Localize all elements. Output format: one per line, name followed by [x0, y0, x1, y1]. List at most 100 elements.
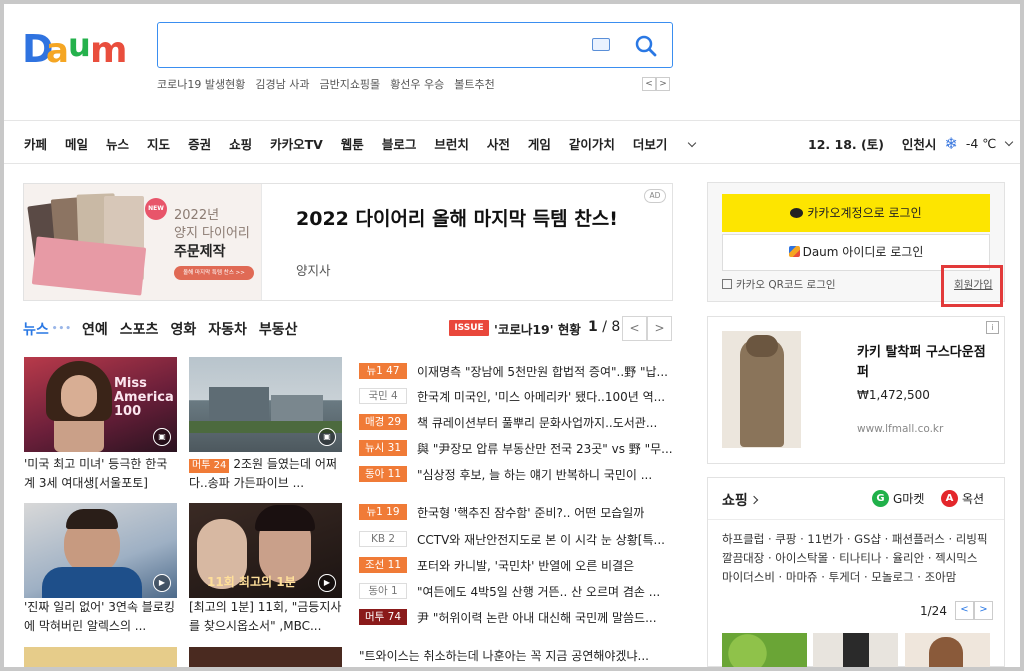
nav-item-kakaotv[interactable]: 카카오TV — [270, 134, 323, 153]
news-thumbnail-caption[interactable]: '진짜 일리 없어' 3연속 블로킹에 막혀버린 알렉스의 ... — [24, 598, 177, 636]
news-item[interactable]: 머투 74 尹 "허위이력 논란 아내 대신해 국민께 말씀드... — [359, 608, 674, 626]
info-icon[interactable]: i — [986, 321, 999, 334]
news-item[interactable]: 뉴1 19 한국형 '핵추진 잠수함' 준비?.. 어떤 모습일까 — [359, 503, 674, 521]
trend-prev-button[interactable]: < — [642, 77, 656, 91]
news-headline[interactable]: "심상정 후보, 늘 하는 얘기 반복하니 국민이 ... — [417, 466, 652, 483]
ad-title[interactable]: 2022 다이어리 올해 마지막 득템 찬스! — [296, 206, 636, 233]
news-thumbnail-caption[interactable]: [최고의 1분] 11회, "금등지사를 찾으시옵소서" ,MBC... — [189, 598, 342, 636]
tab-entertainment[interactable]: 연예 — [82, 319, 108, 339]
nav-item-brunch[interactable]: 브런치 — [434, 134, 469, 153]
nav-item-webtoon[interactable]: 웹툰 — [341, 134, 364, 153]
news-headline[interactable]: 한국형 '핵추진 잠수함' 준비?.. 어떤 모습일까 — [417, 504, 644, 521]
nav-item-shopping[interactable]: 쇼핑 — [229, 134, 252, 153]
prev-button[interactable]: < — [954, 601, 974, 620]
search-icon[interactable] — [634, 34, 658, 58]
issue-link[interactable]: '코로나19' 현황 — [494, 319, 581, 338]
news-headline[interactable]: 한국계 미국인, '미스 아메리카' 됐다..100년 역... — [417, 388, 665, 405]
qr-code-icon — [722, 279, 732, 289]
gmarket-link[interactable]: G G마켓 — [872, 490, 924, 507]
news-item[interactable]: 매경 29 책 큐레이션부터 풀뿌리 문화사업까지..도서관... — [359, 413, 674, 431]
auction-link[interactable]: A 옥션 — [941, 490, 984, 507]
news-headline[interactable]: 尹 "허위이력 논란 아내 대신해 국민께 말씀드... — [417, 609, 657, 626]
news-item[interactable]: 동아 1 "여든에도 4박5일 산행 거뜬.. 산 오르며 겸손 ... — [359, 582, 674, 600]
news-headline[interactable]: 책 큐레이션부터 풀뿌리 문화사업까지..도서관... — [417, 414, 657, 431]
keyboard-icon[interactable] — [592, 38, 610, 51]
product-image[interactable] — [722, 331, 801, 448]
trend-item[interactable]: 코로나19 발생현황 — [157, 76, 245, 92]
news-headline[interactable]: 포터와 카니발, '국민차' 반열에 오른 비결은 — [417, 557, 634, 574]
nav-item-news[interactable]: 뉴스 — [106, 134, 129, 153]
tab-realestate[interactable]: 부동산 — [259, 319, 298, 339]
trend-item[interactable]: 금반지쇼핑몰 — [319, 76, 380, 92]
kakao-login-button[interactable]: 카카오계정으로 로그인 — [722, 194, 990, 232]
tab-sports[interactable]: 스포츠 — [120, 319, 159, 339]
nav-item-mail[interactable]: 메일 — [65, 134, 88, 153]
auction-icon: A — [941, 490, 958, 507]
nav-item-stock[interactable]: 증권 — [188, 134, 211, 153]
news-thumbnail[interactable]: Miss America 100 ▣ — [24, 357, 177, 452]
hair-image — [66, 509, 118, 529]
news-thumbnail[interactable]: 11회 최고의 1분 ▶ — [189, 503, 342, 598]
trend-item[interactable]: 황선우 우승 — [390, 76, 444, 92]
next-button[interactable]: > — [973, 601, 993, 620]
ad-banner[interactable]: NEW 2022년 양지 다이어리 주문제작 올해 마지막 특템 찬스 >> 2… — [23, 183, 673, 301]
trend-item[interactable]: 김경남 사과 — [255, 76, 309, 92]
shopping-links[interactable]: 하프클럽 · 쿠팡 · 11번가 · GS샵 · 패션플러스 · 리빙픽 깔끔대… — [722, 530, 1000, 587]
tab-movie[interactable]: 영화 — [170, 319, 196, 339]
diary-image — [31, 236, 147, 296]
news-headline[interactable]: "트와이스는 취소하는데 나훈아는 꼭 지금 공연해야겠냐... — [359, 647, 649, 664]
news-thumbnail-caption[interactable]: '미국 최고 미녀' 등극한 한국계 3세 여대생[서울포토] — [24, 455, 177, 493]
play-icon: ▶ — [153, 574, 171, 592]
news-item[interactable]: 조선 11 포터와 카니발, '국민차' 반열에 오른 비결은 — [359, 556, 674, 574]
next-button[interactable]: > — [647, 316, 672, 341]
tab-car[interactable]: 자동차 — [208, 319, 247, 339]
news-thumbnail[interactable]: ▶ — [24, 503, 177, 598]
news-item[interactable]: 뉴1 47 이재명측 "장남에 5천만원 합법적 증여"..野 "납... — [359, 362, 674, 380]
shopping-links-line[interactable]: 깔끔대장 · 아이스탁몰 · 티나티나 · 율리안 · 젝시믹스 — [722, 549, 1000, 568]
search-input[interactable] — [168, 31, 568, 59]
product-name[interactable]: 카키 탈착퍼 구스다운점퍼 — [857, 343, 997, 383]
ad-badge[interactable]: AD — [644, 189, 666, 203]
news-thumbnail[interactable] — [24, 647, 177, 667]
daum-logo[interactable]: D a u m — [22, 24, 142, 68]
news-item[interactable]: "트와이스는 취소하는데 나훈아는 꼭 지금 공연해야겠냐... — [359, 646, 674, 664]
shopping-title[interactable]: 쇼핑 — [722, 490, 759, 510]
news-thumbnail-caption[interactable]: 머투 24 2조원 들였는데 어쩌다..송파 가든파이브 ... — [189, 455, 342, 493]
news-item[interactable]: KB 2 CCTV와 재난안전지도로 본 이 시각 눈 상황[특... — [359, 530, 674, 548]
ad-advertiser[interactable]: 양지사 — [296, 260, 331, 279]
prev-button[interactable]: < — [622, 316, 647, 341]
news-headline[interactable]: CCTV와 재난안전지도로 본 이 시각 눈 상황[특... — [417, 531, 665, 548]
news-headline[interactable]: 與 "尹장모 압류 부동산만 전국 23곳" vs 野 "무... — [417, 440, 673, 457]
shopping-links-line[interactable]: 하프클럽 · 쿠팡 · 11번가 · GS샵 · 패션플러스 · 리빙픽 — [722, 530, 1000, 549]
shopping-thumbnail[interactable] — [813, 633, 898, 667]
nav-item-map[interactable]: 지도 — [147, 134, 170, 153]
ad-image[interactable]: NEW 2022년 양지 다이어리 주문제작 올해 마지막 특템 찬스 >> — [24, 184, 262, 300]
tab-news[interactable]: 뉴스 — [23, 319, 49, 339]
shopping-thumbnail[interactable] — [722, 633, 807, 667]
product-url[interactable]: www.lfmall.co.kr — [857, 423, 943, 435]
weather-widget[interactable]: 12. 18. (토) 인천시 ❄ -4 ℃ — [808, 134, 1014, 153]
nav-item-more[interactable]: 더보기 — [633, 134, 697, 153]
trend-next-button[interactable]: > — [656, 77, 670, 91]
nav-item-together[interactable]: 같이가치 — [569, 134, 615, 153]
shopping-links-line[interactable]: 마이더스비 · 마마쥬 · 투게더 · 모놀로그 · 조아맘 — [722, 568, 1000, 587]
nav-item-cafe[interactable]: 카페 — [24, 134, 47, 153]
nav-item-dictionary[interactable]: 사전 — [487, 134, 510, 153]
news-thumbnail[interactable]: ▣ — [189, 357, 342, 452]
news-item[interactable]: 뉴시 31 與 "尹장모 압류 부동산만 전국 23곳" vs 野 "무... — [359, 439, 674, 457]
chevron-down-icon[interactable] — [1005, 137, 1014, 147]
trend-pager: < > — [642, 77, 670, 91]
nav-item-game[interactable]: 게임 — [528, 134, 551, 153]
news-headline[interactable]: "여든에도 4박5일 산행 거뜬.. 산 오르며 겸손 ... — [417, 583, 660, 600]
trend-item[interactable]: 볼트추천 — [454, 76, 494, 92]
news-headline[interactable]: 이재명측 "장남에 5천만원 합법적 증여"..野 "납... — [417, 363, 668, 380]
nav-item-blog[interactable]: 블로그 — [382, 134, 417, 153]
qr-login-link[interactable]: 카카오 QR코드 로그인 — [722, 277, 836, 292]
news-item[interactable]: 동아 11 "심상정 후보, 늘 하는 얘기 반복하니 국민이 ... — [359, 465, 674, 483]
news-thumbnail[interactable] — [189, 647, 342, 667]
svg-text:u: u — [68, 26, 91, 64]
news-item[interactable]: 국민 4 한국계 미국인, '미스 아메리카' 됐다..100년 역... — [359, 387, 674, 405]
shopping-thumbnail[interactable] — [905, 633, 990, 667]
search-box[interactable] — [157, 22, 673, 68]
ad-image-button: 올해 마지막 특템 찬스 >> — [174, 266, 254, 280]
